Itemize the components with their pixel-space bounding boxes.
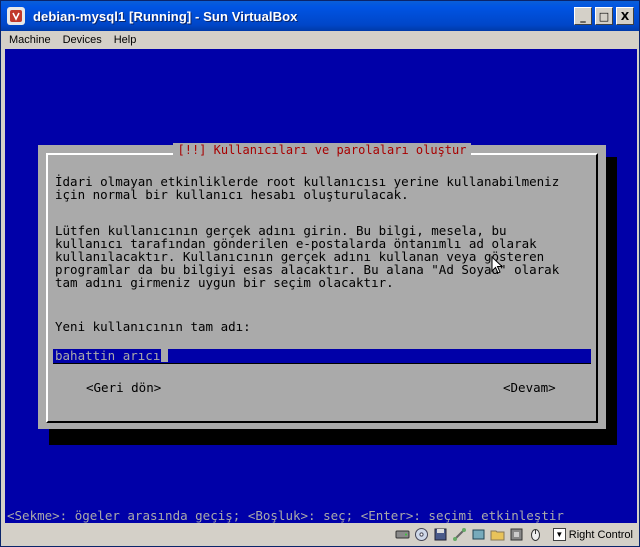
keyboard-help-bar: <Sekme>: ögeler arasında geçiş; <Boşluk>… — [7, 508, 564, 523]
dialog-title-text: [!!] Kullanıcıları ve parolaları oluştur — [172, 143, 472, 157]
full-name-prompt: Yeni kullanıcının tam adı: — [55, 319, 251, 334]
cd-icon[interactable] — [414, 527, 430, 543]
info-paragraph-1: İdari olmayan etkinliklerde root kullanı… — [55, 174, 560, 202]
menu-machine[interactable]: Machine — [1, 34, 57, 46]
host-key-label: Right Control — [568, 528, 633, 541]
minimize-button[interactable]: _ — [574, 7, 592, 25]
title-bar[interactable]: debian-mysql1 [Running] - Sun VirtualBox… — [1, 1, 639, 31]
window-title: debian-mysql1 [Running] - Sun VirtualBox — [33, 8, 298, 24]
text-cursor — [161, 349, 169, 362]
host-key-indicator: ▼ Right Control — [552, 528, 633, 541]
virtualbox-window: debian-mysql1 [Running] - Sun VirtualBox… — [0, 0, 640, 547]
floppy-icon[interactable] — [433, 527, 449, 543]
status-bar: ▼ Right Control — [1, 523, 639, 546]
menu-devices[interactable]: Devices — [57, 34, 108, 46]
info-paragraph-2: Lütfen kullanıcının gerçek adını girin. … — [55, 223, 560, 290]
continue-button[interactable]: <Devam> — [503, 380, 556, 395]
hard-disk-icon[interactable] — [395, 527, 411, 543]
virtualbox-app-icon — [7, 7, 25, 25]
virtualization-icon[interactable] — [509, 527, 525, 543]
mouse-pointer-icon — [491, 255, 504, 279]
window-controls: _ □ X — [574, 7, 634, 25]
network-icon[interactable] — [452, 527, 468, 543]
dialog-title: [!!] Kullanıcıları ve parolaları oluştur — [38, 143, 606, 157]
maximize-button[interactable]: □ — [595, 7, 613, 25]
full-name-input-value: bahattin arıcı — [55, 348, 161, 363]
installer-dialog: [!!] Kullanıcıları ve parolaları oluştur… — [38, 143, 606, 429]
menu-bar: Machine Devices Help — [1, 31, 639, 49]
shared-folders-icon[interactable] — [490, 527, 506, 543]
usb-icon[interactable] — [471, 527, 487, 543]
full-name-input[interactable]: bahattin arıcı — [53, 349, 591, 364]
host-key-arrow-icon: ▼ — [552, 528, 566, 541]
back-button[interactable]: <Geri dön> — [86, 380, 161, 395]
vm-display[interactable]: [!!] Kullanıcıları ve parolaları oluştur… — [5, 49, 637, 523]
menu-help[interactable]: Help — [108, 34, 143, 46]
close-button[interactable]: X — [616, 7, 634, 25]
mouse-integration-icon[interactable] — [528, 527, 544, 543]
